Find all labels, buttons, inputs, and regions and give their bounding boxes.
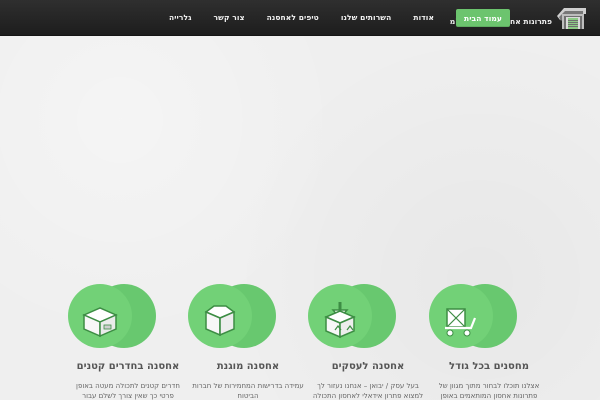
- small-box-icon: [82, 307, 118, 338]
- feature-title: מחסנים בכל גודל: [449, 361, 529, 372]
- feature-description: בעל עסק / יבואן – אנחנו נעזור לך למצוא פ…: [312, 382, 424, 400]
- top-navigation-bar: פתרונות אחסנה במרכז בע"מ עמוד הבית אודות…: [0, 0, 600, 36]
- feature-business-storage: אחסנה לעסקים בעל עסק / יבואן – אנחנו נעז…: [308, 282, 428, 400]
- nav-item-gallery[interactable]: גלרייה: [169, 14, 192, 22]
- nav-item-services[interactable]: השרותים שלנו: [341, 14, 392, 22]
- nav-item-storage-tips[interactable]: טיפים לאחסנה: [267, 14, 319, 22]
- open-box-icon: [204, 305, 236, 337]
- circle-main: [68, 284, 132, 348]
- feature-icon-circle: [429, 282, 549, 352]
- feature-protected-storage: אחסנה מוגנת עמידה בדרישות המחמירות של חב…: [188, 282, 308, 400]
- storage-box-arrow-icon: [324, 302, 356, 339]
- circle-main: [308, 284, 372, 348]
- feature-description: חדרים קטנים לתכולה מעטה באופן פרטי כך שא…: [76, 382, 180, 400]
- feature-description: עמידה בדרישות המחמירות של חברות הביטוח: [192, 382, 304, 400]
- circle-main: [429, 284, 493, 348]
- feature-icon-circle: [308, 282, 428, 352]
- feature-all-sizes: מחסנים בכל גודל אצלנו תוכלו לבחור מתוך מ…: [429, 282, 549, 400]
- cart-crate-icon: [445, 308, 477, 337]
- feature-small-rooms: אחסנה בחדרים קטנים חדרים קטנים לתכולה מע…: [68, 282, 188, 400]
- feature-icon-circle: [188, 282, 308, 352]
- feature-title: אחסנה לעסקים: [331, 361, 405, 372]
- feature-description: אצלנו תוכלו לבחור מתוך מגוון של פתרונות …: [438, 382, 540, 400]
- feature-title: אחסנה בחדרים קטנים: [76, 361, 180, 372]
- main-menu: עמוד הבית אודות השרותים שלנו טיפים לאחסנ…: [169, 0, 510, 36]
- features-section: אחסנה בחדרים קטנים חדרים קטנים לתכולה מע…: [0, 282, 600, 400]
- nav-item-contact[interactable]: צור קשר: [214, 14, 245, 22]
- nav-item-about[interactable]: אודות: [413, 14, 434, 22]
- nav-item-home[interactable]: עמוד הבית: [456, 8, 510, 28]
- feature-title: אחסנה מוגנת: [216, 361, 280, 372]
- feature-icon-circle: [68, 282, 188, 352]
- circle-main: [188, 284, 252, 348]
- page: פתרונות אחסנה במרכז בע"מ עמוד הבית אודות…: [0, 0, 600, 400]
- warehouse-logo-icon: [557, 8, 586, 29]
